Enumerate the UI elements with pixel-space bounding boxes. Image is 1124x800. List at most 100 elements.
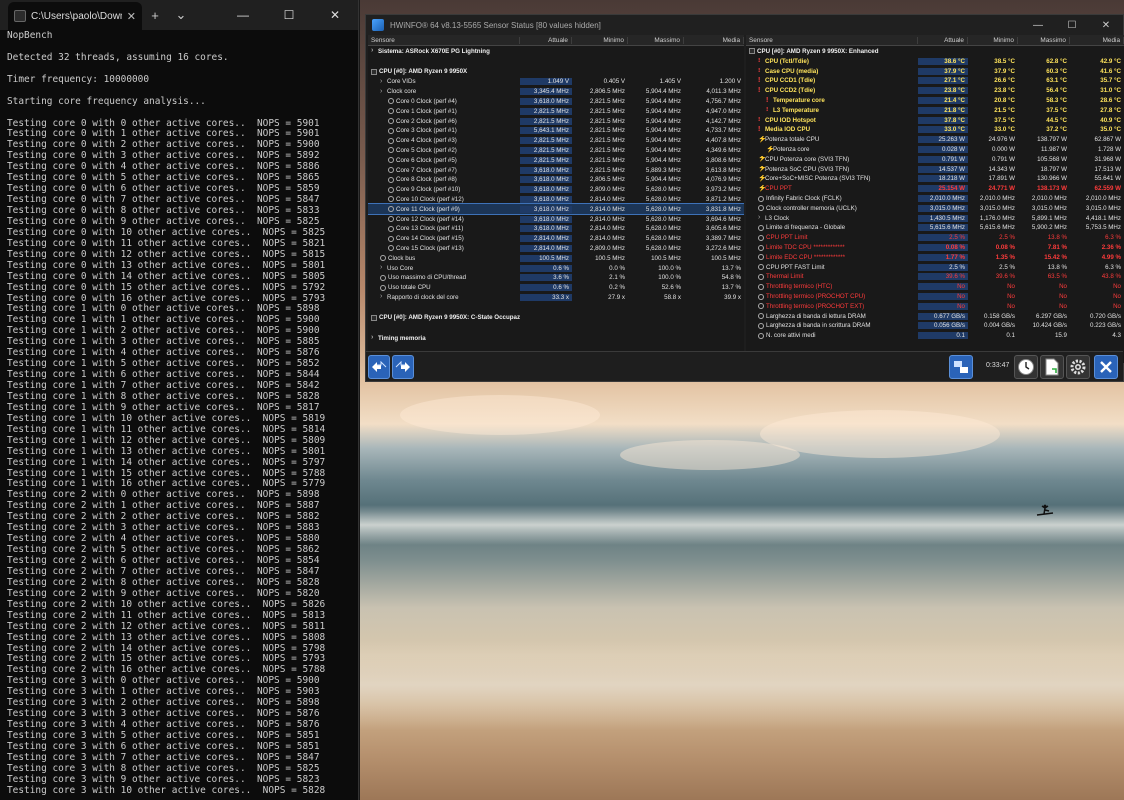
sensor-row[interactable]: CPU PPT FAST Limit 2.5 % 2.5 % 13.8 % 6.3 % — [746, 262, 1124, 272]
sensor-row[interactable]: ! CPU (Tctl/Tdie) 38.6 °C 38.5 °C 62.8 °C 42.… — [746, 57, 1124, 67]
sensor-row[interactable]: Larghezza di banda in scrittura DRAM 0.05… — [746, 321, 1124, 331]
sensor-row[interactable]: Core 14 Clock (perf #15) 2,814.0 MHz 2,814… — [368, 234, 744, 244]
sensor-row[interactable]: ⚡ Core+SoC+MISC Potenza (SVI3 TFN) 18.218 … — [746, 174, 1124, 184]
sensor-panel-left[interactable]: Sensore Attuale Minimo Massimo Media › Sistem… — [368, 35, 744, 363]
sensor-row[interactable]: Core 11 Clock (perf #9) 3,618.0 MHz 2,814.… — [368, 203, 744, 216]
sensor-row[interactable]: Core 7 Clock (perf #7) 3,618.0 MHz 2,821.5… — [368, 165, 744, 175]
sensor-label: Uso massimo di CPU/thread — [388, 274, 467, 282]
sensor-row[interactable]: Infinity Fabric Clock (FCLK) 2,010.0 MHz 2… — [746, 194, 1124, 204]
sensor-row[interactable]: › L3 Clock 1,430.5 MHz 1,176.0 MHz 5,899.1 M… — [746, 213, 1124, 223]
sensor-row[interactable]: › Clock core 3,345.4 MHz 2,806.5 MHz 5,904.4… — [368, 87, 744, 97]
close-sensors-button[interactable] — [1094, 355, 1118, 379]
sensor-row[interactable]: Clock bus 100.5 MHz 100.5 MHz 100.5 MHz 100.… — [368, 253, 744, 263]
close-button[interactable]: ✕ — [1089, 15, 1123, 35]
maximize-button[interactable]: ☐ — [1055, 15, 1089, 35]
sensor-row[interactable]: › Core VIDs 1.049 V 0.405 V 1.405 V 1.200 V — [368, 77, 744, 87]
settings-button[interactable] — [1066, 355, 1090, 379]
hwinfo-window[interactable]: HWiNFO® 64 v8.13-5565 Sensor Status [80 … — [365, 14, 1124, 382]
network-button[interactable] — [949, 355, 973, 379]
sensor-label: Throttling termico (PROCHOT EXT) — [766, 302, 865, 310]
column-header[interactable]: Media — [1070, 36, 1124, 44]
terminal-titlebar[interactable]: C:\Users\paolo\Downloads\N ✕ + ⌄ — ☐ ✕ — [0, 0, 358, 30]
sensor-group-row[interactable]: › Timing memoria — [368, 333, 744, 344]
sensor-row[interactable]: Throttling termico (HTC) No No No No — [746, 282, 1124, 292]
sensor-row[interactable]: ! CPU CCD1 (Tdie) 27.1 °C 26.6 °C 63.1 °C 35.… — [746, 76, 1124, 86]
close-button[interactable]: ✕ — [312, 0, 358, 30]
sensor-row[interactable]: Core 1 Clock (perf #1) 2,821.5 MHz 2,821.5… — [368, 106, 744, 116]
close-tab-icon[interactable]: ✕ — [127, 10, 136, 23]
sensor-row[interactable]: Limite di frequenza - Globale 5,615.6 MHz… — [746, 223, 1124, 233]
sensor-row[interactable]: Core 2 Clock (perf #6) 2,821.5 MHz 2,821.5… — [368, 116, 744, 126]
sensor-row[interactable]: Core 8 Clock (perf #8) 3,618.0 MHz 2,806.5… — [368, 175, 744, 185]
sensor-group-row[interactable]: CPU [#0]: AMD Ryzen 9 9950X — [368, 67, 744, 78]
sensor-row[interactable]: Core 0 Clock (perf #4) 3,618.0 MHz 2,821.5… — [368, 97, 744, 107]
sensor-row[interactable]: Throttling termico (PROCHOT CPU) No No No No — [746, 292, 1124, 302]
sensor-label: Core 7 Clock (perf #7) — [396, 166, 457, 174]
sensor-row[interactable]: ⚡ CPU Potenza core (SVI3 TFN) 0.791 W 0.791… — [746, 154, 1124, 164]
minimize-button[interactable]: — — [1021, 15, 1055, 35]
sensor-row[interactable]: ! Temperature core 21.4 °C 20.8 °C 58.3 °C 28… — [746, 96, 1124, 106]
sensor-row[interactable]: Core 6 Clock (perf #5) 2,821.5 MHz 2,821.5… — [368, 155, 744, 165]
column-header[interactable]: Massimo — [628, 36, 684, 44]
column-headers[interactable]: Sensore Attuale Minimo Massimo Media — [746, 35, 1124, 46]
sensor-row[interactable]: Core 12 Clock (perf #14) 3,618.0 MHz 2,814… — [368, 214, 744, 224]
terminal-window[interactable]: C:\Users\paolo\Downloads\N ✕ + ⌄ — ☐ ✕ N… — [0, 0, 359, 800]
sensor-group-row[interactable]: CPU [#0]: AMD Ryzen 9 9950X: Enhanced — [746, 46, 1124, 57]
sensor-row[interactable]: Larghezza di banda di lettura DRAM 0.677 … — [746, 311, 1124, 321]
sensor-row[interactable]: Uso massimo di CPU/thread 3.6 % 2.1 % 100.0… — [368, 273, 744, 283]
value-maximum: 5,628.0 MHz — [645, 235, 681, 243]
column-header[interactable]: Massimo — [1018, 36, 1070, 44]
terminal-output[interactable]: NopBench Detected 32 threads, assuming 16… — [7, 31, 356, 800]
column-header[interactable]: Media — [684, 36, 744, 44]
report-button[interactable] — [1040, 355, 1064, 379]
column-header[interactable]: Attuale — [918, 36, 968, 44]
nav-forward-button[interactable] — [392, 355, 414, 379]
sensor-row[interactable]: Thermal Limit 39.6 % 39.6 % 63.5 % 43.8 % — [746, 272, 1124, 282]
sensor-row[interactable]: ! CPU CCD2 (Tdie) 23.8 °C 23.8 °C 56.4 °C 31.… — [746, 86, 1124, 96]
sensor-row[interactable]: Core 15 Clock (perf #13) 2,814.0 MHz 2,809… — [368, 244, 744, 254]
column-header[interactable]: Attuale — [520, 36, 572, 44]
sensor-row[interactable]: Clock controller memoria (UCLK) 3,015.0 M… — [746, 203, 1124, 213]
sensor-row[interactable]: Limite TDC CPU ************* 0.08 % 0.08 %… — [746, 243, 1124, 253]
column-header[interactable]: Sensore — [746, 36, 918, 44]
hwinfo-titlebar[interactable]: HWiNFO® 64 v8.13-5565 Sensor Status [80 … — [366, 15, 1123, 35]
sensor-row[interactable]: Core 3 Clock (perf #1) 5,643.1 MHz 2,821.5… — [368, 126, 744, 136]
column-header[interactable]: Minimo — [968, 36, 1018, 44]
sensor-row[interactable]: › Rapporto di clock del core 33.3 x 27.9 x 5… — [368, 293, 744, 303]
sensor-row[interactable]: ! Case CPU (media) 37.9 °C 37.9 °C 60.3 °C 41… — [746, 66, 1124, 76]
value-minimum: 2,814.0 MHz — [589, 235, 625, 243]
sensor-row[interactable]: Uso totale CPU 0.6 % 0.2 % 52.6 % 13.7 % — [368, 283, 744, 293]
column-header[interactable]: Minimo — [572, 36, 628, 44]
terminal-tab[interactable]: C:\Users\paolo\Downloads\N ✕ — [8, 2, 142, 30]
sensor-row[interactable]: Core 4 Clock (perf #3) 2,821.5 MHz 2,821.5… — [368, 136, 744, 146]
value-average: 4.3 — [1112, 332, 1121, 340]
sensor-row[interactable]: N. core attivi medi 0.1 0.1 15.9 4.3 — [746, 331, 1124, 341]
sensor-row[interactable]: ! CPU IOD Hotspot 37.8 °C 37.5 °C 44.5 °C 40.… — [746, 115, 1124, 125]
sensor-row[interactable]: ! Media IOD CPU 33.0 °C 33.0 °C 37.2 °C 35.0 … — [746, 125, 1124, 135]
minimize-button[interactable]: — — [220, 0, 266, 30]
sensor-label-cell: CPU PPT FAST Limit — [746, 264, 918, 271]
tab-dropdown-chevron-icon[interactable]: ⌄ — [168, 7, 194, 23]
column-header[interactable]: Sensore — [368, 36, 520, 44]
sensor-row[interactable]: Core 13 Clock (perf #11) 3,618.0 MHz 2,814… — [368, 224, 744, 234]
sensor-row[interactable]: ⚡ Potenza SoC CPU (SVI3 TFN) 14.537 W 14.34… — [746, 164, 1124, 174]
sensor-row[interactable]: ⚡ Potenza core 0.028 W 0.000 W 11.987 W 1.728… — [746, 145, 1124, 155]
column-headers[interactable]: Sensore Attuale Minimo Massimo Media — [368, 35, 744, 46]
new-tab-button[interactable]: + — [142, 8, 168, 23]
sensor-row[interactable]: ! L3 Temperature 21.8 °C 21.5 °C 37.5 °C 27.8… — [746, 105, 1124, 115]
sensor-row[interactable]: Core 9 Clock (perf #10) 3,618.0 MHz 2,809.… — [368, 185, 744, 195]
sensor-group-row[interactable]: CPU [#0]: AMD Ryzen 9 9950X: C-State Occ… — [368, 312, 744, 323]
sensor-row[interactable]: Core 10 Clock (perf #12) 3,618.0 MHz 2,814… — [368, 195, 744, 205]
sensor-row[interactable]: Limite EDC CPU ************* 1.77 % 1.35 %… — [746, 252, 1124, 262]
sensor-row[interactable]: CPU PPT Limit 2.5 % 2.5 % 13.8 % 6.3 % — [746, 233, 1124, 243]
sensor-row[interactable]: Core 5 Clock (perf #2) 2,821.5 MHz 2,821.5… — [368, 146, 744, 156]
sensor-row[interactable]: Throttling termico (PROCHOT EXT) No No No No — [746, 301, 1124, 311]
sensor-row[interactable]: ⚡ CPU PPT 25.154 W 24.771 W 138.173 W 62.559 … — [746, 184, 1124, 194]
sensor-row[interactable]: › Uso Core 0.6 % 0.0 % 100.0 % 13.7 % — [368, 263, 744, 273]
sensor-panel-right[interactable]: Sensore Attuale Minimo Massimo Media CPU [#0… — [746, 35, 1124, 363]
timer-button[interactable] — [1014, 355, 1038, 379]
nav-back-button[interactable] — [368, 355, 390, 379]
maximize-button[interactable]: ☐ — [266, 0, 312, 30]
sensor-row[interactable]: ⚡ Potenza totale CPU 25.263 W 24.976 W 138.7… — [746, 135, 1124, 145]
sensor-group-row[interactable]: › Sistema: ASRock X670E PG Lightning — [368, 46, 744, 57]
